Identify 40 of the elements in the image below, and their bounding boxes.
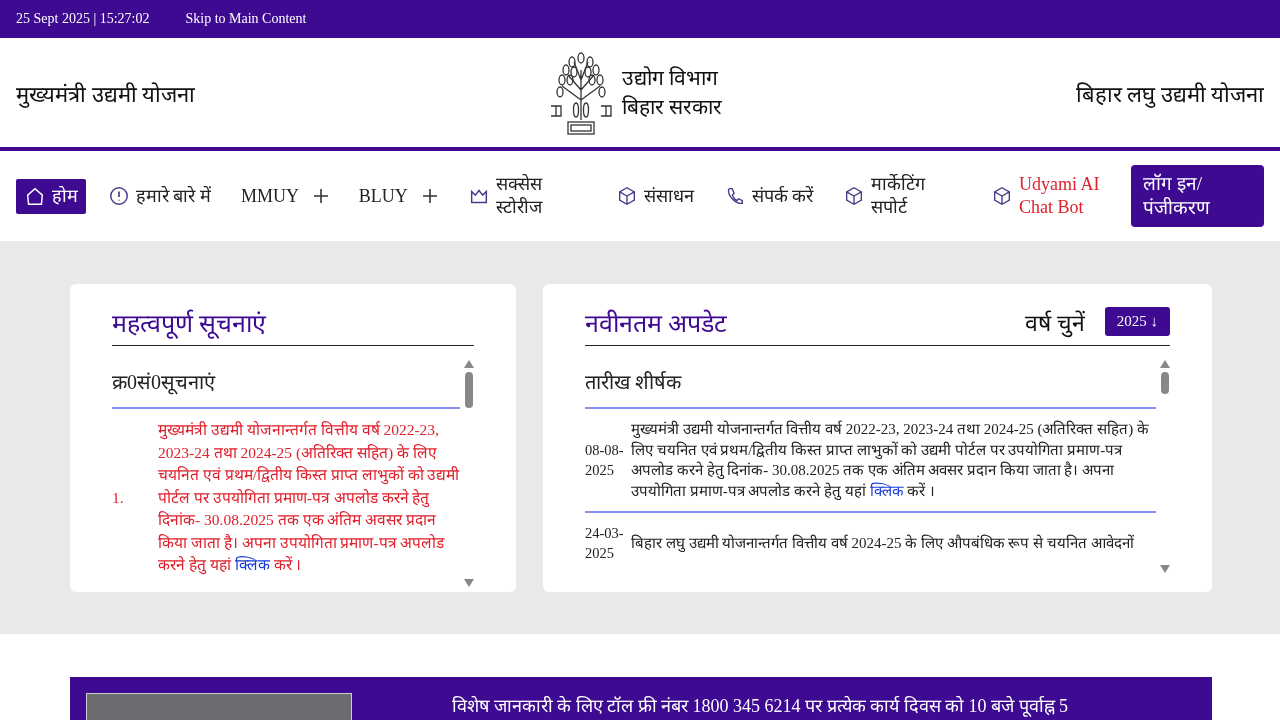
nav-item[interactable]: संसाधन: [607, 178, 702, 214]
update-text: बिहार लघु उद्यमी योजनान्तर्गत वित्तीय वर्ष 2024-25 के लिए औपबंधिक रूप से चयनित आवेदनों: [631, 533, 1134, 554]
table-header: तारीख शीर्षक: [585, 346, 1156, 409]
department-name: उद्योग विभाग: [622, 64, 720, 92]
card-title: नवीनतम अपडेट: [585, 308, 728, 339]
scheme-title: मुख्यमंत्री उद्यमी योजना: [16, 80, 195, 108]
scheme-title: बिहार लघु उद्यमी योजना: [1075, 80, 1264, 108]
nav-item[interactable]: हमारे बारे में: [99, 178, 219, 214]
skip-link[interactable]: Skip to Main Content: [185, 11, 307, 27]
nav-item[interactable]: मार्केटिंग सपोर्ट: [835, 167, 970, 225]
update-date: 24-03-2025: [585, 524, 625, 563]
click-link[interactable]: क्लिक: [234, 556, 270, 573]
nav-item[interactable]: संपर्क करें: [715, 178, 822, 214]
row-number: 1.: [112, 487, 125, 508]
click-link[interactable]: क्लिक: [869, 482, 904, 499]
scroll-up-icon[interactable]: [464, 360, 474, 368]
scrollbar-thumb[interactable]: [1161, 372, 1169, 394]
department-name: बिहार सरकार: [622, 93, 723, 121]
info-icon: [107, 185, 130, 207]
helpline-text: विशेष जानकारी के लिए टॉल फ्री नंबर 1800 345 6214 पर प्रत्येक कार्य दिवस को 10 बजे पूर्वाह्न 5: [452, 695, 1068, 719]
year-dropdown[interactable]: 2025 ↓: [1104, 307, 1170, 336]
nav-item[interactable]: MMUY: [232, 178, 337, 214]
nav-item[interactable]: सक्सेस स्टोरीज: [459, 167, 594, 225]
nav-item[interactable]: होम: [16, 178, 86, 214]
scroll-down-icon[interactable]: [1160, 565, 1170, 573]
scroll-up-icon[interactable]: [1160, 360, 1170, 368]
scrollbar-thumb[interactable]: [465, 372, 473, 408]
scroll-down-icon[interactable]: [464, 578, 474, 587]
login-button[interactable]: लॉग इन/ पंजीकरण: [1130, 165, 1264, 227]
table-header: क्र0सं0सूचनाएं: [112, 346, 460, 409]
card-title: महत्वपूर्ण सूचनाएं: [112, 308, 267, 339]
nav-item[interactable]: BLUY: [350, 178, 446, 214]
home-icon: [24, 185, 46, 207]
cube-icon: [991, 185, 1013, 207]
notice-text: मुख्यमंत्री उद्यमी योजनान्तर्गत वित्तीय वर्ष 2022-23, 2023-24 तथा 2024-25 (अतिरिक्त सहित) के लिए चयनित एवं प्रथम/द्वितीय किस्त प्राप्त लाभुकों को उद्यमी पोर्टल पर उपयोगिता प्रमाण-पत्र अपलोड करने हेतु दिनांक- 30.08.2025 तक एक अंतिम अवसर प्रदान किया जाता है। अपना उपयोगिता प्रमाण-पत्र अपलोड करने हेतु यहां क्लिक करें ।: [158, 420, 460, 577]
nav-item[interactable]: Udyami AI Chat Bot: [983, 167, 1117, 225]
date-time: 25 Sept 2025 | 15:27:02: [16, 11, 150, 27]
update-date: 08-08-2025: [585, 441, 625, 480]
year-label: वर्ष चुनें: [1025, 309, 1085, 338]
update-text: मुख्यमंत्री उद्यमी योजनान्तर्गत वित्तीय वर्ष 2022-23, 2023-24 तथा 2024-25 (अतिरिक्त सहित) के लिए चयनित एवं प्रथम/द्वितीय किस्त प्राप्त लाभुकों को उद्यमी पोर्टल पर उपयोगिता प्रमाण-पत्र अपलोड करने हेतु दिनांक- 30.08.2025 तक एक अंतिम अवसर प्रदान किया जाता है। अपना उपयोगिता प्रमाण-पत्र अपलोड करने हेतु यहां क्लिक करें ।: [631, 419, 1150, 501]
